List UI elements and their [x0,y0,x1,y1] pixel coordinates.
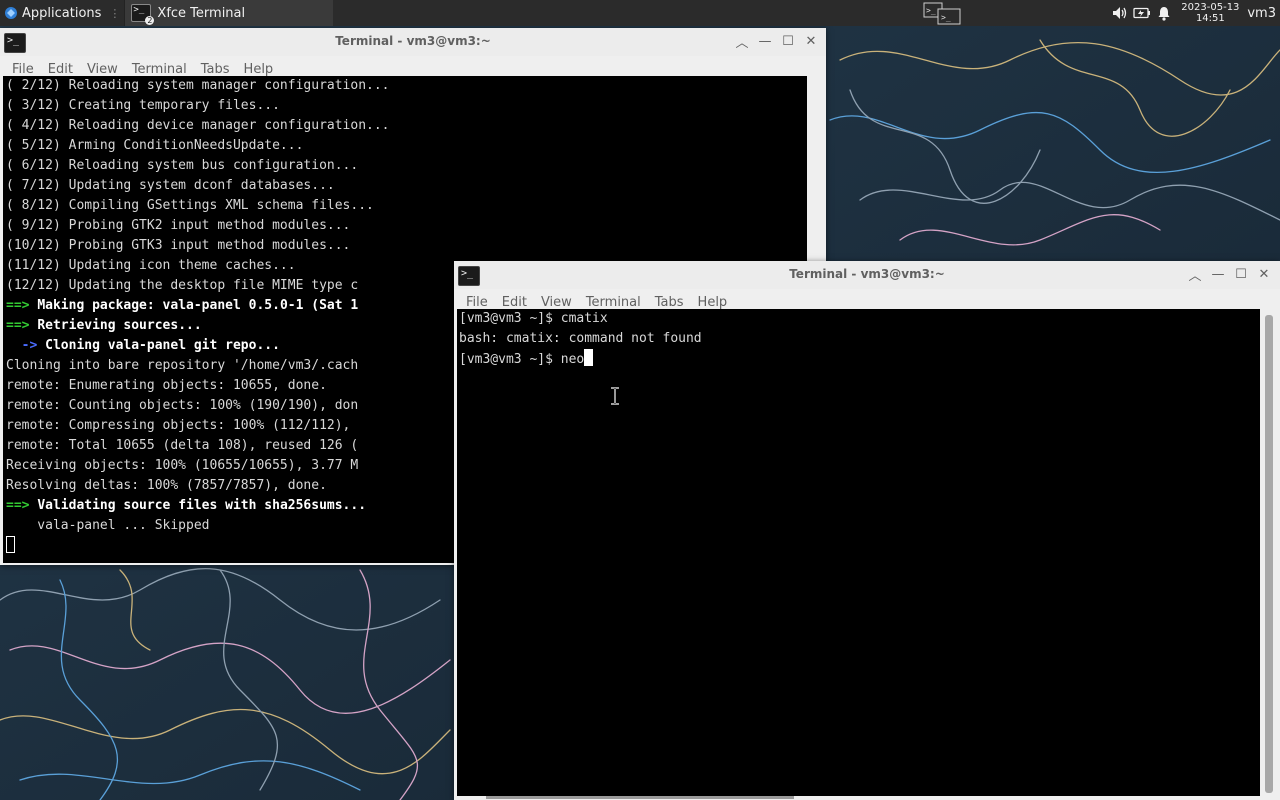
terminal-text-segment: ( 2/12) Reloading system manager configu… [6,78,390,93]
svg-text:>_: >_ [926,6,936,15]
menu-file[interactable]: File [459,295,495,310]
terminal-input-text: [vm3@vm3 ~]$ neo [459,352,585,367]
terminal-text-segment: remote: Compressing objects: 100% (112/1… [6,418,359,433]
applications-menu-button[interactable]: Applications [0,0,107,26]
terminal-text-segment: ==> [6,318,38,333]
applications-label: Applications [22,5,102,21]
taskbar-button-label: Xfce Terminal [157,5,246,21]
top-panel: Applications ⋮ >_ 2 Xfce Terminal >_ >_ … [0,0,1280,26]
clock[interactable]: 2023-05-13 14:51 [1177,2,1243,24]
terminal-text-segment: ( 3/12) Creating temporary files... [6,98,280,113]
terminal-line: ( 4/12) Reloading device manager configu… [6,116,807,136]
window-titlebar[interactable]: >_ Terminal - vm3@vm3:~ ︿ — ☐ ✕ [0,28,826,56]
terminal-line-input: [vm3@vm3 ~]$ neo [459,349,1260,369]
vertical-scrollbar[interactable] [1260,313,1280,796]
terminal-line: ( 8/12) Compiling GSettings XML schema f… [6,196,807,216]
svg-text:>_: >_ [941,13,951,22]
terminal-line: ( 5/12) Arming ConditionNeedsUpdate... [6,136,807,156]
terminal-line: ( 3/12) Creating temporary files... [6,96,807,116]
terminal-text-segment: (10/12) Probing GTK3 input method module… [6,238,351,253]
terminal-text-segment: ( 5/12) Arming ConditionNeedsUpdate... [6,138,304,153]
taskbar-button-xfce-terminal[interactable]: >_ 2 Xfce Terminal [124,0,334,26]
window-count-badge: 2 [145,16,155,25]
menu-terminal[interactable]: Terminal [125,62,194,77]
menu-tabs[interactable]: Tabs [194,62,237,77]
menu-file[interactable]: File [5,62,41,77]
user-menu-label[interactable]: vm3 [1245,6,1280,21]
menu-terminal[interactable]: Terminal [579,295,648,310]
terminal-line: ( 9/12) Probing GTK2 input method module… [6,216,807,236]
text-cursor [6,536,15,553]
terminal-line: ( 2/12) Reloading system manager configu… [6,76,807,96]
terminal-text-segment: remote: Enumerating objects: 10655, done… [6,378,327,393]
close-icon[interactable]: ✕ [803,33,819,49]
terminal-text-segment: ( 6/12) Reloading system bus configurati… [6,158,359,173]
terminal-line: [vm3@vm3 ~]$ cmatix [459,311,608,326]
terminal-text-segment: vala-panel ... Skipped [6,518,210,533]
terminal-text-segment: ==> [6,298,38,313]
terminal-text-segment: ( 7/12) Updating system dconf databases.… [6,178,335,193]
terminal-text-segment: remote: Total 10655 (delta 108), reused … [6,438,359,453]
menu-help[interactable]: Help [691,295,735,310]
terminal-text-segment: Making package: vala-panel 0.5.0-1 (Sat … [37,298,359,313]
menu-help[interactable]: Help [237,62,281,77]
terminal-window-front: >_ Terminal - vm3@vm3:~ ︿ — ☐ ✕ File Edi… [454,261,1280,800]
shade-up-icon[interactable]: ︿ [734,33,750,51]
minimize-icon[interactable]: — [757,33,773,49]
terminal-text-segment: Cloning vala-panel git repo... [45,338,280,353]
terminal-text-segment: remote: Counting objects: 100% (190/190)… [6,398,359,413]
close-icon[interactable]: ✕ [1256,266,1272,282]
terminal-line: ( 7/12) Updating system dconf databases.… [6,176,807,196]
menu-view[interactable]: View [534,295,579,310]
terminal-text-segment: (12/12) Updating the desktop file MIME t… [6,278,359,293]
ibeam-mouse-pointer [611,387,619,405]
text-cursor [584,349,594,366]
minimize-icon[interactable]: — [1210,266,1226,282]
terminal-line: bash: cmatix: command not found [459,331,702,346]
terminal-text-segment: -> [6,338,46,353]
maximize-icon[interactable]: ☐ [1233,266,1249,282]
terminal-text-segment: Retrieving sources... [37,318,202,333]
terminal-text-segment: Resolving deltas: 100% (7857/7857), done… [6,478,327,493]
workspace-switcher[interactable]: >_ >_ [922,1,966,25]
scrollbar-thumb[interactable] [1265,315,1273,793]
terminal-text-segment: (11/12) Updating icon theme caches... [6,258,296,273]
xfce-mouse-icon [5,7,17,19]
terminal-line: ( 6/12) Reloading system bus configurati… [6,156,807,176]
terminal-text-segment: ==> [6,498,38,513]
volume-icon[interactable] [1109,0,1131,26]
battery-icon[interactable] [1131,0,1153,26]
menu-view[interactable]: View [80,62,125,77]
horizontal-scroll-indicator [486,796,794,799]
menu-edit[interactable]: Edit [495,295,534,310]
terminal-text-segment: ( 8/12) Compiling GSettings XML schema f… [6,198,374,213]
system-tray: 2023-05-13 14:51 vm3 [1109,0,1280,26]
terminal-icon: >_ 2 [131,4,155,25]
clock-time: 14:51 [1195,13,1225,24]
terminal-line: (10/12) Probing GTK3 input method module… [6,236,807,256]
window-title: Terminal - vm3@vm3:~ [335,34,491,48]
terminal-text-segment: Receiving objects: 100% (10655/10655), 3… [6,458,359,473]
menu-tabs[interactable]: Tabs [648,295,691,310]
clock-date: 2023-05-13 [1181,2,1240,13]
bell-icon[interactable] [1153,0,1175,26]
window-titlebar[interactable]: >_ Terminal - vm3@vm3:~ ︿ — ☐ ✕ [454,261,1280,289]
terminal-text-segment: ( 4/12) Reloading device manager configu… [6,118,390,133]
maximize-icon[interactable]: ☐ [780,33,796,49]
shade-up-icon[interactable]: ︿ [1187,266,1203,284]
menu-edit[interactable]: Edit [41,62,80,77]
terminal-text-segment: Validating source files with sha256sums.… [37,498,367,513]
terminal-text-segment: ( 9/12) Probing GTK2 input method module… [6,218,351,233]
panel-separator-grip: ⋮ [109,6,121,20]
terminal-text-segment: Cloning into bare repository '/home/vm3/… [6,358,359,373]
window-title: Terminal - vm3@vm3:~ [789,267,945,281]
terminal-output[interactable]: [vm3@vm3 ~]$ cmatix bash: cmatix: comman… [457,309,1260,796]
